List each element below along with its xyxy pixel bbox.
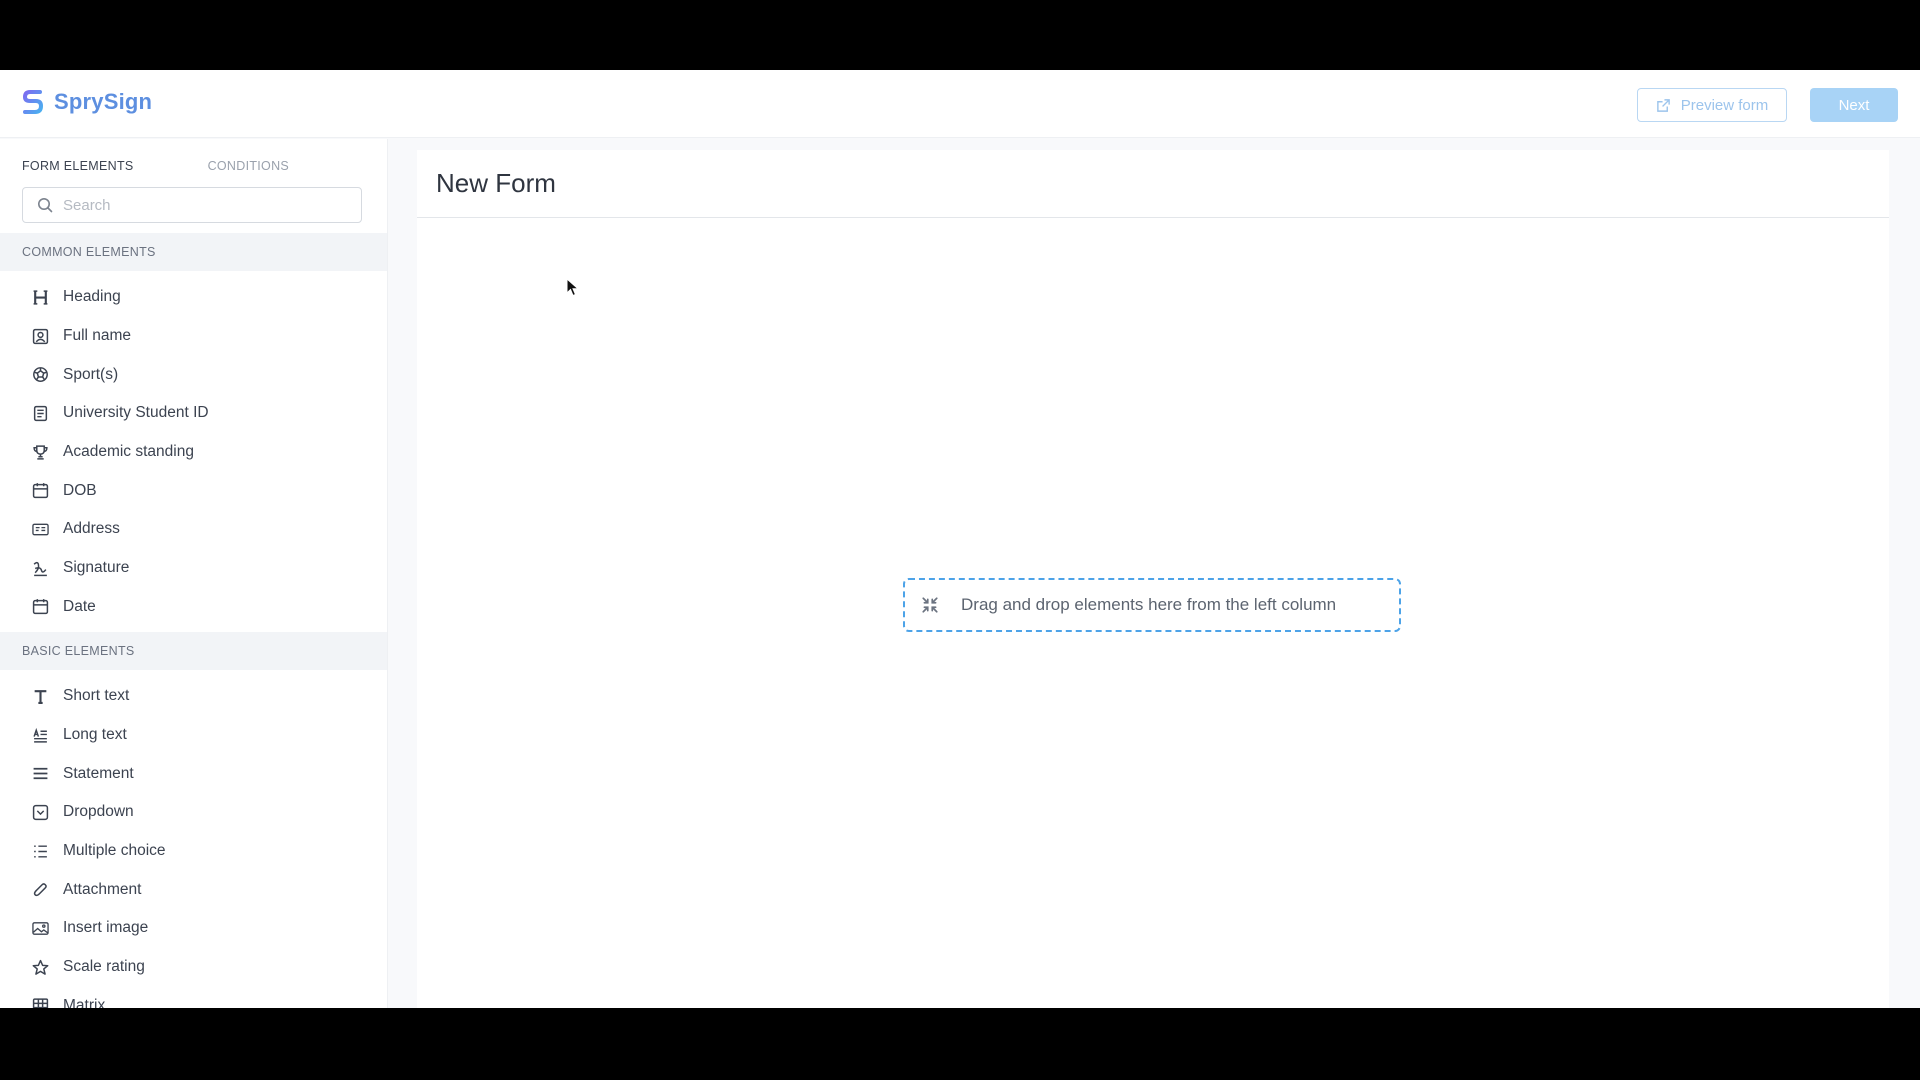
list-icon <box>34 845 47 858</box>
element-dropdown[interactable]: Dropdown <box>0 793 387 832</box>
search-icon <box>38 198 53 213</box>
drop-zone-text: Drag and drop elements here from the lef… <box>961 595 1337 614</box>
star-icon <box>32 959 49 975</box>
heading-icon <box>33 290 48 305</box>
element-address[interactable]: Address <box>0 510 387 549</box>
element-insert-image[interactable]: Insert image <box>0 909 387 948</box>
letterbox-bottom <box>0 1008 1920 1080</box>
element-signature[interactable]: Signature <box>0 549 387 588</box>
element-scale-rating[interactable]: Scale rating <box>0 948 387 987</box>
element-statement[interactable]: Statement <box>0 754 387 793</box>
dropdown-icon <box>32 804 49 821</box>
calendar-icon <box>32 599 49 615</box>
signature-icon <box>33 561 47 576</box>
ball-icon <box>33 367 48 383</box>
element-matrix[interactable]: Matrix <box>0 987 387 1008</box>
id-document-icon <box>33 405 48 422</box>
basic-elements-header: BASIC ELEMENTS <box>0 632 387 670</box>
external-link-icon <box>1656 98 1670 112</box>
tab-conditions[interactable]: CONDITIONS <box>208 159 289 173</box>
element-full-name[interactable]: Full name <box>0 317 387 356</box>
brand[interactable]: SprySign <box>22 89 152 115</box>
sprysign-logo-icon <box>22 90 44 114</box>
mouse-cursor-icon <box>566 278 580 297</box>
letterbox-top <box>0 0 1920 70</box>
element-university-student-id[interactable]: University Student ID <box>0 394 387 433</box>
title-divider <box>417 217 1889 218</box>
drop-zone[interactable]: Drag and drop elements here from the lef… <box>903 578 1401 632</box>
common-elements-header: COMMON ELEMENTS <box>0 233 387 271</box>
element-academic-standing[interactable]: Academic standing <box>0 433 387 472</box>
search-box <box>22 187 362 223</box>
element-dob[interactable]: DOB <box>0 471 387 510</box>
top-bar: SprySign Preview form Next <box>0 70 1920 138</box>
address-card-icon <box>32 523 49 536</box>
user-card-icon <box>32 328 49 344</box>
element-heading[interactable]: Heading <box>0 278 387 317</box>
grid-icon <box>32 998 49 1008</box>
calendar-icon <box>32 483 49 499</box>
collapse-arrows-icon <box>922 597 938 613</box>
next-button[interactable]: Next <box>1810 88 1898 122</box>
long-text-icon <box>33 727 47 743</box>
common-elements-list: Heading Full name Sport(s) University St… <box>0 278 387 627</box>
element-short-text[interactable]: Short text <box>0 677 387 716</box>
text-icon <box>34 689 47 704</box>
sidebar-tabs: FORM ELEMENTS CONDITIONS <box>22 159 289 173</box>
trophy-icon <box>33 444 48 460</box>
search-input[interactable] <box>63 196 333 214</box>
basic-elements-list: Short text Long text Statement Dropdown … <box>0 677 387 1008</box>
paperclip-icon <box>33 883 47 897</box>
preview-form-label: Preview form <box>1680 96 1769 114</box>
brand-name: SprySign <box>54 89 153 114</box>
element-attachment[interactable]: Attachment <box>0 870 387 909</box>
statement-icon <box>33 768 48 780</box>
element-sports[interactable]: Sport(s) <box>0 355 387 394</box>
app-window: SprySign Preview form Next FORM ELEMENTS… <box>0 70 1920 1008</box>
image-icon <box>32 922 49 935</box>
preview-form-button[interactable]: Preview form <box>1637 88 1787 122</box>
element-date[interactable]: Date <box>0 588 387 627</box>
element-long-text[interactable]: Long text <box>0 716 387 755</box>
form-title[interactable]: New Form <box>436 168 556 199</box>
tab-form-elements[interactable]: FORM ELEMENTS <box>22 159 134 173</box>
form-canvas: New Form Drag and drop elements here fro… <box>417 150 1889 1008</box>
sidebar: FORM ELEMENTS CONDITIONS COMMON ELEMENTS… <box>0 139 388 1008</box>
element-multiple-choice[interactable]: Multiple choice <box>0 832 387 871</box>
